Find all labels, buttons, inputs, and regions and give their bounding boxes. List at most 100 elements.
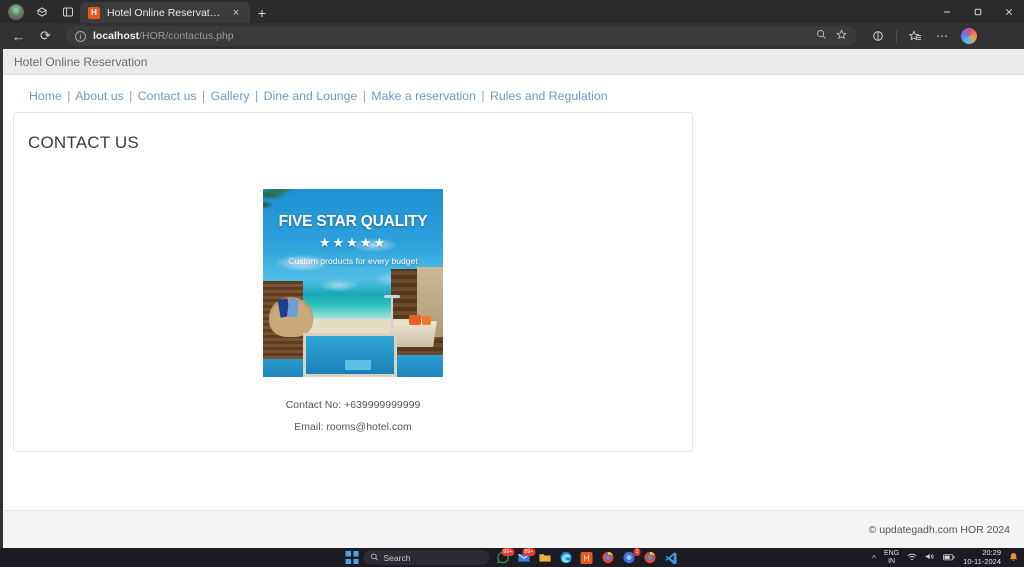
nav-separator: | bbox=[202, 89, 206, 103]
search-icon[interactable] bbox=[816, 29, 827, 43]
maximize-button[interactable] bbox=[962, 0, 993, 23]
system-tray: ^ ENG IN 20:29 10-11-2024 bbox=[872, 548, 1018, 566]
nav-link-home[interactable]: Home bbox=[29, 89, 62, 103]
taskbar-app-vscode[interactable] bbox=[663, 550, 679, 565]
battery-icon[interactable] bbox=[943, 553, 955, 563]
nav-separator: | bbox=[129, 89, 133, 103]
tray-overflow-icon[interactable]: ^ bbox=[872, 553, 876, 563]
toolbar-right-actions: ⋯ bbox=[866, 25, 981, 47]
site-nav: Home | About us | Contact us | Gallery |… bbox=[3, 75, 1024, 112]
taskbar-app-chrome-profile-b[interactable] bbox=[642, 550, 658, 565]
content-card: CONTACT US FIVE STAR QUALITY ★★★★★ Custo… bbox=[13, 112, 693, 452]
nav-separator: | bbox=[67, 89, 71, 103]
contact-email-label: Email: bbox=[294, 421, 324, 433]
pool-steps bbox=[344, 360, 371, 370]
notification-bell-icon[interactable] bbox=[1009, 552, 1018, 564]
tab-actions-icon[interactable] bbox=[56, 1, 80, 22]
nav-separator: | bbox=[362, 89, 366, 103]
nav-link-rules-and-regulation[interactable]: Rules and Regulation bbox=[490, 89, 608, 103]
badge-count: 99+ bbox=[522, 548, 536, 556]
start-icon[interactable] bbox=[345, 551, 359, 564]
page-viewport: Hotel Online Reservation Home | About us… bbox=[3, 49, 1024, 548]
svg-text:H: H bbox=[584, 554, 590, 563]
language-indicator[interactable]: ENG IN bbox=[884, 550, 899, 565]
new-tab-button[interactable]: + bbox=[250, 2, 274, 23]
copilot-icon[interactable] bbox=[957, 25, 981, 47]
search-icon bbox=[371, 553, 379, 563]
taskbar-app-chrome-beta[interactable]: 1 bbox=[621, 548, 641, 565]
swimming-pool bbox=[303, 333, 397, 377]
badge-count: 1 bbox=[633, 548, 641, 556]
wifi-icon[interactable] bbox=[907, 553, 917, 563]
contact-email-line: Email: rooms@hotel.com bbox=[14, 421, 692, 433]
site-brand: Hotel Online Reservation bbox=[14, 54, 148, 69]
back-button[interactable]: ← bbox=[6, 25, 31, 47]
browser-window: H Hotel Online Reservation × + ← ⟳ i loc… bbox=[0, 0, 1024, 548]
taskbar-search-label: Search bbox=[383, 552, 411, 563]
address-bar-url: localhost/HOR/contactus.php bbox=[93, 30, 234, 42]
url-host: localhost bbox=[93, 30, 140, 42]
settings-more-icon[interactable]: ⋯ bbox=[930, 25, 954, 47]
footer-copyright: © updategadh.com HOR 2024 bbox=[868, 523, 1010, 536]
window-controls bbox=[931, 0, 1024, 23]
minimize-button[interactable] bbox=[931, 0, 962, 23]
contact-phone-value: +639999999999 bbox=[344, 399, 421, 411]
taskbar-center: Search 99+ 99+ H 1 bbox=[345, 548, 679, 565]
favorites-icon[interactable] bbox=[903, 25, 927, 47]
towel-orange bbox=[409, 315, 421, 325]
page-title: CONTACT US bbox=[28, 133, 139, 152]
nav-link-contact-us[interactable]: Contact us bbox=[138, 89, 197, 103]
split-screen-icon[interactable] bbox=[866, 25, 890, 47]
screen: H Hotel Online Reservation × + ← ⟳ i loc… bbox=[0, 0, 1024, 567]
nav-separator: | bbox=[481, 89, 485, 103]
profile-avatar[interactable] bbox=[4, 1, 28, 22]
browser-tab[interactable]: H Hotel Online Reservation × bbox=[80, 2, 250, 23]
taskbar-app-whatsapp[interactable]: 99+ bbox=[495, 548, 515, 565]
tab-title: Hotel Online Reservation bbox=[107, 6, 222, 19]
omnibox-actions bbox=[816, 29, 847, 43]
badge-count: 99+ bbox=[501, 548, 515, 556]
page-footer: © updategadh.com HOR 2024 bbox=[3, 510, 1024, 548]
bookmark-star-icon[interactable] bbox=[836, 29, 847, 43]
address-bar[interactable]: i localhost/HOR/contactus.php bbox=[66, 26, 856, 46]
close-button[interactable] bbox=[993, 0, 1024, 23]
taskbar-app-hotel-reservation[interactable]: H bbox=[579, 550, 595, 565]
hero-image-wrapper: FIVE STAR QUALITY ★★★★★ Custom products … bbox=[14, 189, 692, 377]
site-info-icon[interactable]: i bbox=[75, 30, 86, 42]
toolbar-divider bbox=[896, 29, 897, 43]
nav-link-gallery[interactable]: Gallery bbox=[211, 89, 250, 103]
contact-email-value: rooms@hotel.com bbox=[326, 421, 412, 433]
contact-phone-label: Contact No: bbox=[285, 399, 342, 411]
nav-link-about-us[interactable]: About us bbox=[75, 89, 124, 103]
taskbar-app-edge[interactable] bbox=[558, 550, 574, 565]
tab-close-icon[interactable]: × bbox=[229, 6, 243, 20]
url-path: /HOR/contactus.php bbox=[139, 30, 234, 42]
tab-strip: H Hotel Online Reservation × + bbox=[0, 0, 1024, 23]
taskbar-app-file-explorer[interactable] bbox=[537, 550, 553, 565]
workspaces-icon[interactable] bbox=[30, 1, 54, 22]
browser-toolbar: ← ⟳ i localhost/HOR/contactus.php ⋯ bbox=[0, 23, 1024, 49]
taskbar-search-input[interactable]: Search bbox=[363, 550, 490, 565]
taskbar-app-mail[interactable]: 99+ bbox=[516, 548, 536, 565]
taskbar: Search 99+ 99+ H 1 ^ ENG IN 20:29 10-11-… bbox=[0, 548, 1024, 567]
language-primary: ENG bbox=[884, 550, 900, 557]
nav-separator: | bbox=[255, 89, 259, 103]
site-header: Hotel Online Reservation bbox=[3, 49, 1024, 75]
reload-button[interactable]: ⟳ bbox=[33, 25, 58, 47]
volume-icon[interactable] bbox=[925, 552, 935, 563]
tabstrip-left-icons bbox=[0, 0, 80, 23]
tab-favicon: H bbox=[88, 6, 100, 19]
hero-stars: ★★★★★ bbox=[318, 235, 388, 250]
hero-tagline: Custom products for every budget bbox=[288, 256, 418, 266]
taskbar-app-chrome-profile-a[interactable] bbox=[600, 550, 616, 565]
pillow-light-blue bbox=[287, 298, 299, 318]
nav-link-dine-and-lounge[interactable]: Dine and Lounge bbox=[264, 89, 358, 103]
language-secondary: IN bbox=[888, 557, 896, 565]
contact-phone-line: Contact No: +639999999999 bbox=[14, 399, 692, 411]
clock[interactable]: 20:29 10-11-2024 bbox=[963, 548, 1001, 566]
hero-banner-image: FIVE STAR QUALITY ★★★★★ Custom products … bbox=[263, 189, 443, 377]
hero-headline: FIVE STAR QUALITY bbox=[278, 213, 428, 230]
towel-orange-2 bbox=[422, 316, 431, 325]
nav-link-make-a-reservation[interactable]: Make a reservation bbox=[371, 89, 476, 103]
clock-date: 10-11-2024 bbox=[963, 556, 1001, 566]
